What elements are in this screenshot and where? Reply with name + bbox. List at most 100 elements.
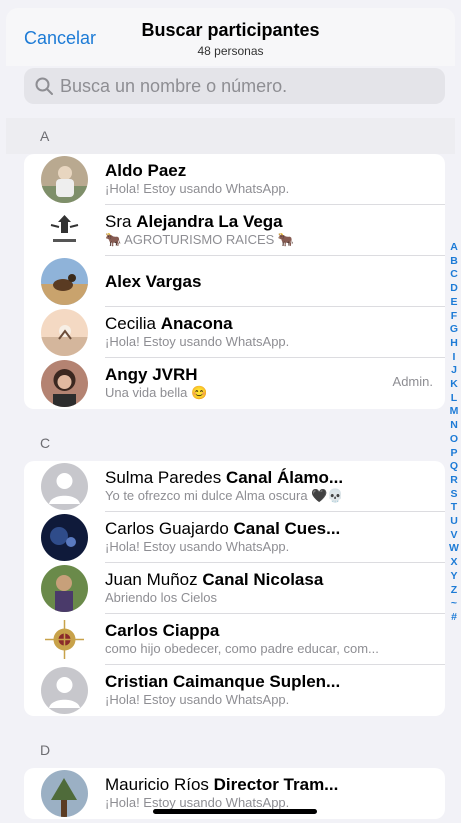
contact-row[interactable]: Carlos Guajardo Canal Cues... ¡Hola! Esto… (24, 512, 445, 563)
page-title: Buscar participantes (141, 20, 320, 40)
index-letter[interactable]: M (450, 405, 459, 419)
contact-name-bold: Director Tram... (213, 775, 339, 794)
index-letter[interactable]: W (449, 542, 459, 556)
avatar (41, 207, 88, 254)
contact-row[interactable]: Carlos Ciappa como hijo obedecer, como pa… (24, 614, 445, 665)
index-letter[interactable]: C (450, 268, 458, 282)
index-letter[interactable]: Y (450, 570, 457, 584)
index-letter[interactable]: D (450, 282, 458, 296)
contact-text: Cecilia Anacona ¡Hola! Estoy usando Whats… (105, 314, 433, 350)
avatar (41, 514, 88, 561)
contact-name-prefix: Cecilia (105, 314, 161, 333)
contact-status: Abriendo los Cielos (105, 590, 218, 605)
index-letter[interactable]: ~ (451, 597, 457, 611)
contact-text: Carlos Guajardo Canal Cues... ¡Hola! Esto… (105, 519, 433, 555)
index-letter[interactable]: U (450, 515, 458, 529)
index-letter[interactable]: S (450, 488, 457, 502)
contact-text: Carlos Ciappa como hijo obedecer, como pa… (105, 621, 433, 657)
index-letter[interactable]: Q (450, 460, 458, 474)
index-letter[interactable]: X (450, 556, 457, 570)
contact-group: Sulma Paredes Canal Álamo... Yo te ofrezc… (24, 461, 445, 716)
avatar (41, 360, 88, 407)
index-letter[interactable]: F (451, 310, 457, 324)
index-letter[interactable]: E (450, 296, 457, 310)
contact-text: Cristian Caimanque Suplen... ¡Hola! Estoy… (105, 672, 433, 708)
contact-status: ¡Hola! Estoy usando WhatsApp. (105, 692, 290, 707)
contact-row[interactable]: Sulma Paredes Canal Álamo... Yo te ofrezc… (24, 461, 445, 512)
contact-text: Sra Alejandra La Vega 🐂 AGROTURISMO RAICE… (105, 212, 433, 248)
admin-badge: Admin. (392, 374, 433, 389)
contact-name-prefix: Juan Muñoz (105, 570, 203, 589)
avatar (41, 156, 88, 203)
index-letter[interactable]: L (451, 392, 457, 406)
contact-name: Angy JVRH (105, 365, 433, 385)
index-letter[interactable]: A (450, 241, 458, 255)
person-placeholder-icon (41, 667, 88, 714)
contact-text: Angy JVRH Una vida bella 😊 (105, 365, 433, 401)
alphabet-index[interactable]: A B C D E F G H I J K L M N O P Q R S T U V W X Y Z ~ # (447, 241, 461, 625)
index-letter[interactable]: B (450, 255, 458, 269)
index-letter[interactable]: # (451, 611, 457, 625)
contact-name-bold: Canal Nicolasa (202, 570, 324, 589)
contact-name-bold: Canal Álamo... (225, 468, 344, 487)
participants-sheet: Cancelar Buscar participantes 48 persona… (6, 8, 455, 823)
contact-name: Sulma Paredes Canal Álamo... (105, 468, 433, 488)
contact-row[interactable]: Cristian Caimanque Suplen... ¡Hola! Estoy… (24, 665, 445, 716)
index-letter[interactable]: T (451, 501, 457, 515)
contact-list[interactable]: A Aldo Paez ¡Hola! Estoy usando WhatsApp. S… (6, 118, 455, 819)
contact-status: 🐂 AGROTURISMO RAICES 🐂 (105, 232, 295, 247)
contact-row[interactable]: Juan Muñoz Canal Nicolasa Abriendo los Ci… (24, 563, 445, 614)
search-bar[interactable] (24, 68, 445, 104)
avatar (41, 770, 88, 817)
contact-row[interactable]: Alex Vargas (24, 256, 445, 307)
index-letter[interactable]: R (450, 474, 458, 488)
home-indicator (153, 809, 317, 814)
contact-group: Aldo Paez ¡Hola! Estoy usando WhatsApp. Sr… (24, 154, 445, 409)
index-letter[interactable]: J (451, 364, 457, 378)
contact-name: Carlos Guajardo Canal Cues... (105, 519, 433, 539)
contact-status: Una vida bella 😊 (105, 385, 208, 400)
contact-status: ¡Hola! Estoy usando WhatsApp. (105, 539, 290, 554)
contact-name-bold: Canal Cues... (233, 519, 341, 538)
index-letter[interactable]: H (450, 337, 458, 351)
contact-text: Aldo Paez ¡Hola! Estoy usando WhatsApp. (105, 161, 433, 197)
contact-name: Cecilia Anacona (105, 314, 433, 334)
contact-row[interactable]: Cecilia Anacona ¡Hola! Estoy usando Whats… (24, 307, 445, 358)
contact-name: Juan Muñoz Canal Nicolasa (105, 570, 433, 590)
contact-name: Alex Vargas (105, 272, 433, 292)
section-header: A (6, 118, 455, 154)
index-letter[interactable]: V (450, 529, 457, 543)
avatar (41, 616, 88, 663)
contact-status: Yo te ofrezco mi dulce Alma oscura 🖤💀 (105, 488, 344, 503)
contact-name: Mauricio Ríos Director Tram... (105, 775, 433, 795)
header: Cancelar Buscar participantes 48 persona… (6, 8, 455, 66)
search-icon (35, 77, 53, 95)
person-placeholder-icon (41, 463, 88, 510)
contact-text: Mauricio Ríos Director Tram... ¡Hola! Est… (105, 775, 433, 811)
contact-name-prefix: Carlos Guajardo (105, 519, 234, 538)
contact-name-bold: Alex Vargas (105, 272, 202, 291)
index-letter[interactable]: P (450, 447, 457, 461)
index-letter[interactable]: Z (451, 584, 457, 598)
avatar (41, 309, 88, 356)
contact-name: Cristian Caimanque Suplen... (105, 672, 433, 692)
contact-row[interactable]: Aldo Paez ¡Hola! Estoy usando WhatsApp. (24, 154, 445, 205)
contact-name-bold: Cristian Caimanque Suplen... (105, 672, 341, 691)
title-block: Buscar participantes 48 personas (6, 20, 455, 58)
participant-count: 48 personas (197, 44, 264, 58)
index-letter[interactable]: N (450, 419, 458, 433)
contact-row[interactable]: Sra Alejandra La Vega 🐂 AGROTURISMO RAICE… (24, 205, 445, 256)
contact-name-prefix: Sra (105, 212, 137, 231)
index-letter[interactable]: G (450, 323, 458, 337)
contact-name-bold: Alejandra La Vega (136, 212, 283, 231)
search-input[interactable] (60, 75, 420, 97)
contact-name-bold: Aldo Paez (105, 161, 187, 180)
contact-name: Aldo Paez (105, 161, 433, 181)
index-letter[interactable]: O (450, 433, 458, 447)
index-letter[interactable]: K (450, 378, 458, 392)
index-letter[interactable]: I (453, 351, 456, 365)
avatar (41, 258, 88, 305)
contact-row[interactable]: Angy JVRH Una vida bella 😊 Admin. (24, 358, 445, 409)
contact-name-bold: Anacona (160, 314, 233, 333)
contact-text: Juan Muñoz Canal Nicolasa Abriendo los Ci… (105, 570, 433, 606)
